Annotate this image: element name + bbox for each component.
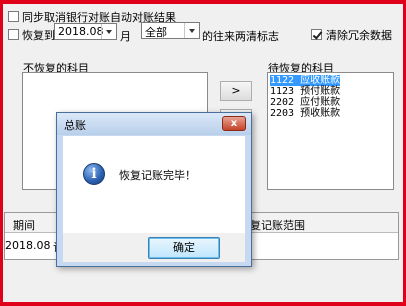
- chevron-down-icon[interactable]: [184, 23, 199, 38]
- item-name: 预付账款: [300, 86, 341, 97]
- row-period-cell: 2018.08: [5, 239, 51, 252]
- month-suffix: 月: [120, 30, 131, 43]
- scope-combo[interactable]: 全部: [141, 22, 200, 39]
- list-item[interactable]: 1123 预付账款: [270, 86, 340, 97]
- dialog-message: 恢复记账完毕！: [119, 169, 196, 182]
- dialog-titlebar[interactable]: 总账 x: [57, 113, 251, 135]
- item-code: 1122: [270, 75, 295, 86]
- clear-redundant-label: 清除冗余数据: [326, 29, 392, 42]
- restore-to-label: 恢复到: [22, 29, 55, 42]
- item-name: 应收账款: [300, 75, 341, 86]
- ok-button[interactable]: 确定: [148, 237, 220, 259]
- list-item[interactable]: 2203 预收账款: [270, 108, 340, 119]
- item-code: 2203: [270, 108, 295, 119]
- chevron-down-icon[interactable]: [101, 24, 116, 39]
- item-name: 预收账款: [300, 108, 341, 119]
- col-header-period: 期间: [13, 219, 35, 232]
- period-value: 2018.08: [58, 25, 104, 38]
- cancel-reconcile-checkbox[interactable]: [8, 11, 19, 22]
- move-right-button[interactable]: >: [220, 81, 252, 101]
- red-border: [0, 302, 406, 306]
- dialog-title: 总账: [64, 119, 86, 132]
- list-item[interactable]: 1122 应收账款: [270, 75, 341, 86]
- scope-value: 全部: [145, 26, 167, 39]
- close-icon[interactable]: x: [222, 116, 246, 131]
- item-code: 2202: [270, 97, 295, 108]
- red-border: [0, 0, 3, 306]
- red-border: [0, 0, 406, 4]
- item-code: 1123: [270, 86, 295, 97]
- clear-redundant-checkbox[interactable]: [311, 29, 322, 40]
- dialog-body: i 恢复记账完毕！: [63, 136, 245, 233]
- scope-suffix: 的往来两清标志: [202, 30, 279, 43]
- period-combo[interactable]: 2018.08: [54, 23, 117, 40]
- item-name: 应付账款: [300, 97, 341, 108]
- message-dialog: 总账 x i 恢复记账完毕！ 确定: [56, 112, 252, 267]
- right-subject-list[interactable]: 1122 应收账款 1123 预付账款 2202 应付账款 2203 预收账款: [267, 72, 394, 190]
- restore-to-checkbox[interactable]: [8, 29, 19, 40]
- info-icon: i: [83, 163, 105, 185]
- dialog-footer: 确定: [63, 233, 245, 262]
- list-item[interactable]: 2202 应付账款: [270, 97, 340, 108]
